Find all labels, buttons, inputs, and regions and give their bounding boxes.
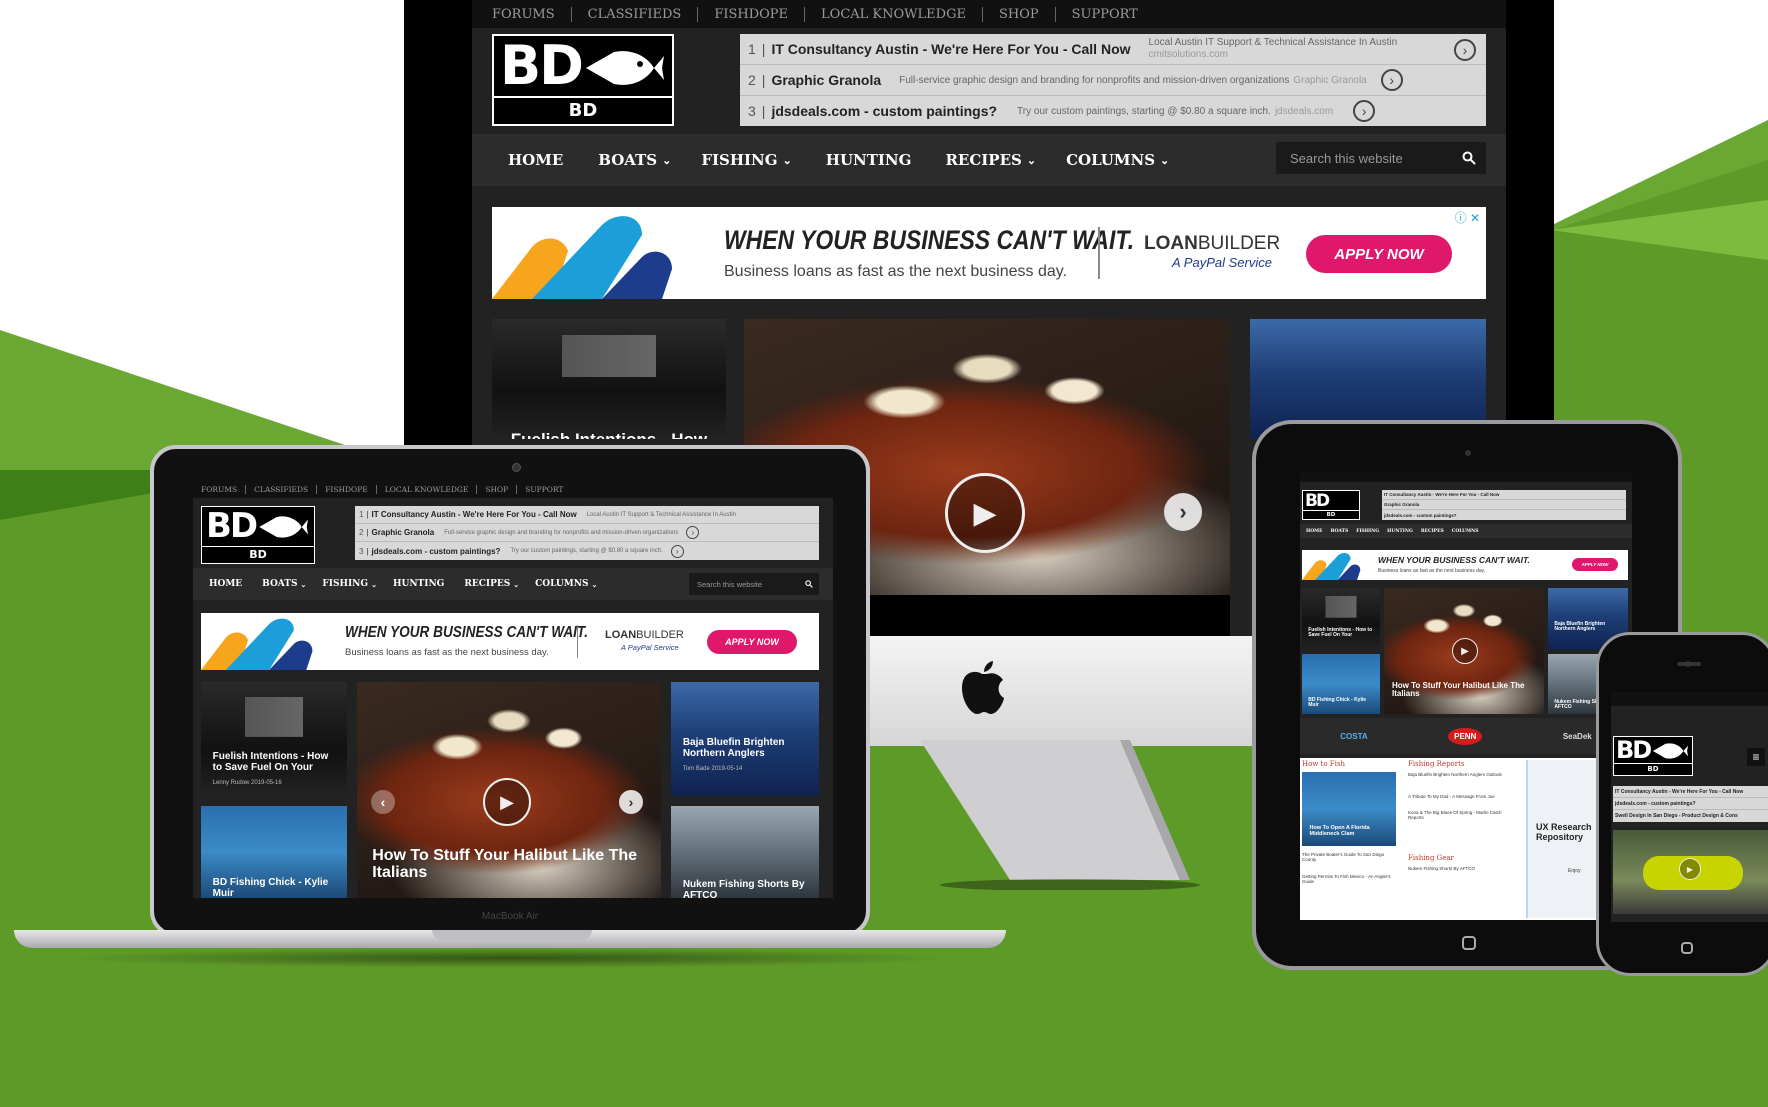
paypal-service: A PayPal Service	[1172, 255, 1272, 270]
text-ads: IT Consultancy Austin - We're Here For Y…	[1382, 490, 1626, 520]
site-logo[interactable]: BD BD OUTDOORS.COM	[1302, 490, 1360, 520]
fish-logo-icon	[1652, 743, 1688, 759]
nav-hunting[interactable]: HUNTING	[826, 151, 912, 169]
macbook-base	[14, 930, 1006, 948]
logo-mark: BD	[500, 34, 584, 97]
sponsor-logos: COSTA PENN SeaDek	[1300, 718, 1632, 754]
nav-fishing[interactable]: FISHING ⌄	[701, 151, 791, 169]
chevron-down-icon: ⌄	[1160, 153, 1170, 167]
ad-title[interactable]: IT Consultancy Austin - We're Here For Y…	[771, 41, 1130, 57]
site-logo[interactable]: BD BD OUTDOORS.COM	[492, 34, 674, 126]
composition: FORUMS CLASSIFIEDS FISHDOPE LOCAL KNOWLE…	[0, 0, 1768, 1107]
article-tile-fuel[interactable]: Fuelish Intentions - How to Save Fuel On…	[492, 319, 726, 439]
carousel-next-icon[interactable]: ›	[1164, 493, 1202, 531]
search-icon[interactable]	[1462, 151, 1476, 165]
chevron-down-icon: ⌄	[300, 579, 307, 589]
loan-banner-ad[interactable]: WHEN YOUR BUSINESS CAN'T WAIT. Business …	[201, 613, 819, 670]
ad-arrow-icon[interactable]: ›	[1353, 100, 1376, 122]
chevron-down-icon: ⌄	[591, 579, 598, 589]
article-tile-fuel[interactable]: Fuelish Intentions - How to Save Fuel On…	[201, 682, 347, 796]
phone-website: BD BD OUTDOORS.COM ≡ IT Consultancy Aust…	[1611, 692, 1768, 922]
chevron-down-icon: ⌄	[782, 153, 792, 167]
laptop-label: MacBook Air	[481, 911, 539, 922]
play-icon[interactable]: ▶	[945, 473, 1025, 553]
apply-now-button[interactable]: APPLY NOW	[1306, 235, 1452, 273]
top-nav: FORUMS CLASSIFIEDS FISHDOPE LOCAL KNOWLE…	[472, 0, 1506, 28]
fish-logo-icon	[259, 516, 308, 538]
ad-title[interactable]: jdsdeals.com - custom paintings?	[771, 103, 997, 119]
banner-graphic	[492, 216, 672, 299]
play-icon[interactable]: ▶	[1679, 858, 1701, 880]
ad-arrow-icon[interactable]: ›	[670, 544, 684, 558]
home-button-icon[interactable]	[1681, 942, 1693, 954]
hamburger-menu-icon[interactable]: ≡	[1747, 748, 1765, 766]
ad-row[interactable]: 1 | IT Consultancy Austin - We're Here Fo…	[740, 34, 1486, 65]
topnav-local-knowledge[interactable]: LOCAL KNOWLEDGE	[821, 7, 966, 22]
logo-url: BD OUTDOORS.COM	[494, 96, 672, 124]
loan-banner-ad[interactable]: WHEN YOUR BUSINESS CAN'T WAIT. Business …	[492, 207, 1486, 299]
carousel-next-icon[interactable]: ›	[619, 790, 643, 814]
tile-title[interactable]: Fuelish Intentions - How to Save Fuel On…	[511, 431, 712, 439]
loanbuilder-logo: LOANBUILDER	[1144, 233, 1281, 254]
topnav-support[interactable]: SUPPORT	[1072, 7, 1138, 22]
tablet-content: How to Fish How To Open A Florida Middle…	[1300, 758, 1632, 920]
search-placeholder: Search this website	[1290, 150, 1403, 166]
chevron-down-icon: ⌄	[513, 579, 520, 589]
ad-arrow-icon[interactable]: ›	[686, 526, 700, 539]
nav-home[interactable]: HOME	[508, 151, 563, 169]
ad-row[interactable]: 3 | jdsdeals.com - custom paintings? Try …	[740, 96, 1486, 126]
article-tile-fuel[interactable]: Fuelish Intentions - How to Save Fuel On…	[1302, 588, 1380, 650]
camera-icon	[512, 463, 521, 472]
search-input[interactable]: Search this website	[689, 573, 819, 595]
nav-boats[interactable]: BOATS ⌄	[598, 151, 671, 169]
text-ads: IT Consultancy Austin - We're Here For Y…	[1613, 786, 1768, 822]
article-tile-kylie[interactable]: BD Fishing Chick - Kylie Muir	[1302, 654, 1380, 714]
featured-video-race[interactable]: ▶	[1613, 830, 1768, 914]
laptop-shadow	[60, 948, 960, 968]
featured-title[interactable]: How To Stuff Your Halibut Like The Itali…	[372, 847, 643, 882]
top-nav: FORUMS CLASSIFIEDS FISHDOPE LOCAL KNOWLE…	[193, 480, 833, 498]
topnav-classifieds[interactable]: CLASSIFIEDS	[588, 7, 682, 22]
imac-stand	[920, 740, 1200, 890]
carousel-prev-icon[interactable]: ‹	[371, 790, 395, 814]
featured-video-halibut[interactable]: ▶ How To Stuff Your Halibut Like The Ita…	[1384, 588, 1544, 714]
play-icon[interactable]: ▶	[1452, 638, 1478, 664]
article-tile-nukem[interactable]: Nukem Fishing Shorts By AFTCO	[671, 806, 819, 898]
site-logo[interactable]: BD BD OUTDOORS.COM	[1613, 736, 1693, 776]
search-input[interactable]: Search this website	[1276, 142, 1486, 174]
topnav-forums[interactable]: FORUMS	[492, 7, 555, 22]
tablet-website: BD BD OUTDOORS.COM IT Consultancy Austin…	[1300, 472, 1632, 920]
apply-now-button[interactable]: APPLY NOW	[707, 630, 797, 654]
laptop-website: FORUMS CLASSIFIEDS FISHDOPE LOCAL KNOWLE…	[193, 480, 833, 898]
text-ads: 1 | IT Consultancy Austin - We're Here Fo…	[740, 34, 1486, 126]
loan-banner-ad[interactable]: WHEN YOUR BUSINESS CAN'T WAIT. Business …	[1302, 550, 1628, 580]
topnav-fishdope[interactable]: FISHDOPE	[714, 7, 788, 22]
nav-columns[interactable]: COLUMNS ⌄	[1066, 151, 1169, 169]
banner-headline: WHEN YOUR BUSINESS CAN'T WAIT.	[724, 225, 1135, 255]
chevron-down-icon: ⌄	[1026, 153, 1037, 167]
imac-chin	[870, 636, 1280, 746]
camera-icon	[1465, 450, 1471, 456]
apple-logo-icon	[962, 661, 1004, 714]
search-icon[interactable]	[805, 580, 813, 588]
adchoices-close-icon[interactable]: ⓘ ✕	[1455, 209, 1480, 226]
chevron-down-icon: ⌄	[662, 153, 672, 167]
banner-subline: Business loans as fast as the next busin…	[724, 263, 1068, 280]
ad-row[interactable]: 2 | Graphic Granola Full-service graphic …	[740, 65, 1486, 96]
ad-arrow-icon[interactable]: ›	[1454, 39, 1476, 61]
text-ads: 1 | IT Consultancy Austin - We're Here For…	[355, 506, 819, 560]
article-tile-bluefin[interactable]: Baja Bluefin Brighten Northern Anglers T…	[671, 682, 819, 796]
fish-logo-icon	[586, 51, 664, 85]
main-nav: HOME BOATS FISHING HUNTING RECIPES COLUM…	[1300, 524, 1632, 538]
nav-recipes[interactable]: RECIPES ⌄	[945, 151, 1036, 169]
article-tile-kylie[interactable]: BD Fishing Chick - Kylie Muir	[201, 806, 347, 898]
home-button-icon[interactable]	[1462, 936, 1476, 950]
chevron-down-icon: ⌄	[371, 579, 377, 589]
play-icon[interactable]: ▶	[483, 778, 531, 826]
ad-arrow-icon[interactable]: ›	[1380, 69, 1403, 91]
ad-title[interactable]: Graphic Granola	[771, 72, 881, 88]
topnav-shop[interactable]: SHOP	[999, 7, 1039, 22]
featured-video-halibut[interactable]: ▶ ‹ › How To Stuff Your Halibut Like The…	[357, 682, 661, 898]
site-logo[interactable]: BD BD OUTDOORS.COM	[201, 506, 315, 564]
